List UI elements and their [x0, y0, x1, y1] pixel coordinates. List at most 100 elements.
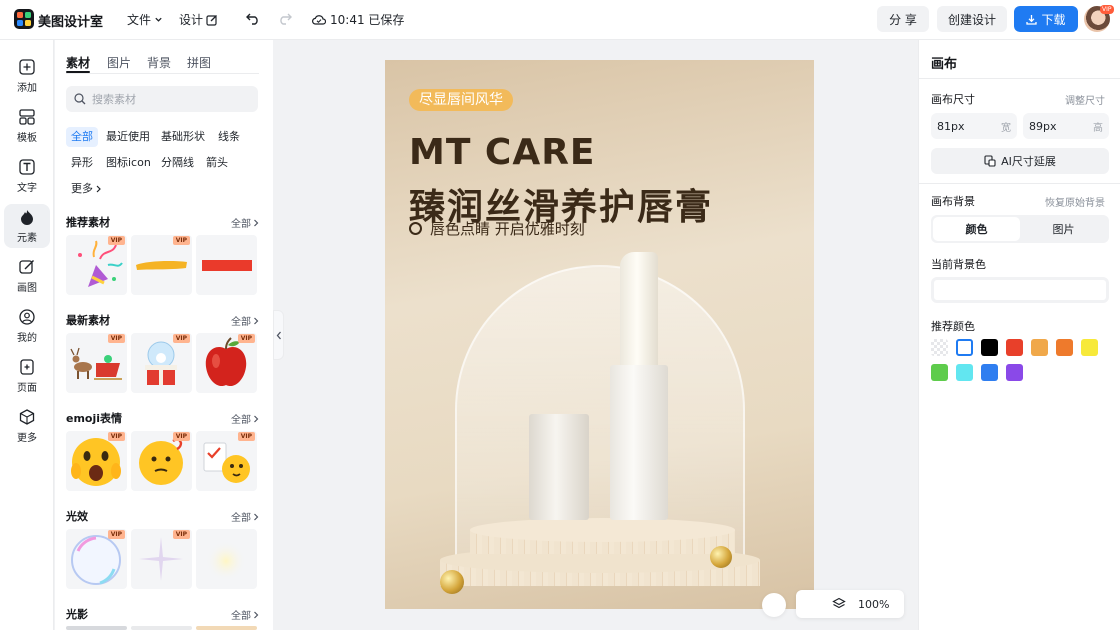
download-button[interactable]: 下载	[1014, 6, 1078, 32]
rail-item-mine[interactable]: 我的	[4, 304, 50, 348]
create-design-button[interactable]: 创建设计	[937, 6, 1007, 32]
color-swatch[interactable]	[1006, 339, 1023, 356]
see-all-link[interactable]: 全部	[231, 215, 259, 230]
red-bar-icon	[202, 260, 252, 271]
chip-recent[interactable]: 最近使用	[101, 127, 155, 147]
color-swatch[interactable]	[931, 364, 948, 381]
design-menu[interactable]: 设计	[179, 11, 218, 28]
divider	[919, 183, 1120, 184]
top-bar: 美图设计室 文件 设计 10:41 已保存 分 享 创建设计 下载 VIP	[0, 0, 1120, 40]
sparkle-thumb[interactable]: VIP	[131, 529, 192, 589]
see-all-link[interactable]: 全部	[231, 509, 259, 524]
lipstick-tube[interactable]	[610, 365, 668, 520]
chip-irregular[interactable]: 异形	[66, 153, 98, 173]
brand-title[interactable]: MT CARE	[409, 132, 596, 173]
vip-badge: VIP	[172, 236, 190, 245]
chip-all[interactable]: 全部	[66, 127, 98, 147]
snow-globe-gift-thumb[interactable]: VIP	[131, 333, 192, 393]
vip-badge: VIP	[172, 334, 190, 343]
shocked-emoji-thumb[interactable]: VIP	[66, 431, 127, 491]
lipstick-bullet[interactable]	[620, 252, 658, 370]
rail-item-draw[interactable]: 画图	[4, 254, 50, 298]
color-swatch[interactable]	[981, 364, 998, 381]
gold-ball[interactable]	[440, 570, 464, 594]
rail-item-template[interactable]: 模板	[4, 104, 50, 148]
tab-images[interactable]: 图片	[107, 54, 131, 71]
color-swatch[interactable]	[1056, 339, 1073, 356]
vip-badge: VIP	[107, 530, 125, 539]
shadow-thumb[interactable]	[131, 626, 192, 630]
rail-item-page[interactable]: 页面	[4, 354, 50, 398]
design-canvas[interactable]: 尽显唇间风华 MT CARE 臻润丝滑养护唇膏 唇色点睛 开启优雅时刻	[385, 60, 814, 609]
page-icon	[18, 358, 36, 376]
chip-more[interactable]: 更多	[66, 179, 107, 199]
tab-materials[interactable]: 素材	[66, 54, 90, 71]
text-icon	[18, 158, 36, 176]
see-all-link[interactable]: 全部	[231, 313, 259, 328]
rail-item-more[interactable]: 更多	[4, 404, 50, 448]
rail-item-add[interactable]: 添加	[4, 54, 50, 98]
undo-icon[interactable]	[244, 10, 262, 28]
see-all-link[interactable]: 全部	[231, 411, 259, 426]
see-all-link[interactable]: 全部	[231, 607, 259, 622]
red-bar-thumb[interactable]	[196, 235, 257, 295]
chip-basic-shapes[interactable]: 基础形状	[156, 127, 210, 147]
color-swatch[interactable]	[981, 339, 998, 356]
chip-dividers[interactable]: 分隔线	[156, 153, 199, 173]
transparent-swatch[interactable]	[931, 339, 948, 356]
zoom-bar: 100%	[796, 590, 904, 618]
thinking-emoji-thumb[interactable]: VIP	[131, 431, 192, 491]
current-color-field[interactable]	[931, 277, 1109, 303]
bubble-thumb[interactable]: VIP	[66, 529, 127, 589]
ai-extend-button[interactable]: AI尺寸延展	[931, 148, 1109, 174]
tab-image[interactable]: 图片	[1020, 217, 1107, 241]
brush-stroke-thumb[interactable]: VIP	[131, 235, 192, 295]
adjust-size-link[interactable]: 调整尺寸	[1065, 92, 1105, 107]
width-field[interactable]: 81px 宽	[931, 113, 1017, 139]
tab-backgrounds[interactable]: 背景	[147, 54, 171, 71]
shadow-thumb[interactable]	[196, 626, 257, 630]
height-field[interactable]: 89px 高	[1023, 113, 1109, 139]
restore-bg-link[interactable]: 恢复原始背景	[1045, 194, 1105, 209]
left-rail: 添加 模板 文字 元素 画图 我的 页面 更多	[0, 40, 54, 630]
chip-arrows[interactable]: 箭头	[201, 153, 233, 173]
layers-icon[interactable]	[832, 597, 846, 611]
bg-type-toggle: 颜色 图片	[931, 215, 1109, 243]
reindeer-sleigh-thumb[interactable]: VIP	[66, 333, 127, 393]
redo-icon[interactable]	[276, 10, 294, 28]
zoom-level[interactable]: 100%	[858, 598, 889, 611]
color-swatch[interactable]	[956, 339, 973, 356]
file-menu[interactable]: 文件	[127, 11, 163, 28]
collapse-panel-button[interactable]	[273, 310, 284, 360]
vip-badge: VIP	[107, 236, 125, 245]
chevron-right-icon	[254, 611, 259, 618]
tab-collage[interactable]: 拼图	[187, 54, 211, 71]
search-input[interactable]: 搜索素材	[66, 86, 258, 112]
upper-podium-top	[470, 518, 735, 542]
color-swatch[interactable]	[1006, 364, 1023, 381]
shadow-thumb[interactable]	[66, 626, 127, 630]
app-logo[interactable]	[14, 9, 34, 29]
checklist-emoji-thumb[interactable]: VIP	[196, 431, 257, 491]
rail-item-element[interactable]: 元素	[4, 204, 50, 248]
help-button[interactable]	[762, 593, 786, 617]
slogan-text[interactable]: 唇色点睛 开启优雅时刻	[409, 218, 585, 239]
app-name: 美图设计室	[38, 15, 104, 30]
save-status: 10:41 已保存	[312, 11, 404, 28]
chip-icons[interactable]: 图标icon	[101, 153, 156, 173]
rail-item-text[interactable]: 文字	[4, 154, 50, 198]
tagline-pill[interactable]: 尽显唇间风华	[409, 89, 513, 111]
gold-ball[interactable]	[710, 546, 732, 568]
tab-color[interactable]: 颜色	[933, 217, 1020, 241]
color-swatch[interactable]	[1081, 339, 1098, 356]
lipstick-cap[interactable]	[529, 414, 589, 520]
apple-thumb[interactable]: VIP	[196, 333, 257, 393]
color-swatch[interactable]	[956, 364, 973, 381]
search-icon	[74, 93, 86, 105]
color-swatch[interactable]	[1031, 339, 1048, 356]
glow-thumb[interactable]	[196, 529, 257, 589]
more-icon	[18, 408, 36, 426]
chip-lines[interactable]: 线条	[213, 127, 245, 147]
share-button[interactable]: 分 享	[877, 6, 929, 32]
party-popper-thumb[interactable]: VIP	[66, 235, 127, 295]
